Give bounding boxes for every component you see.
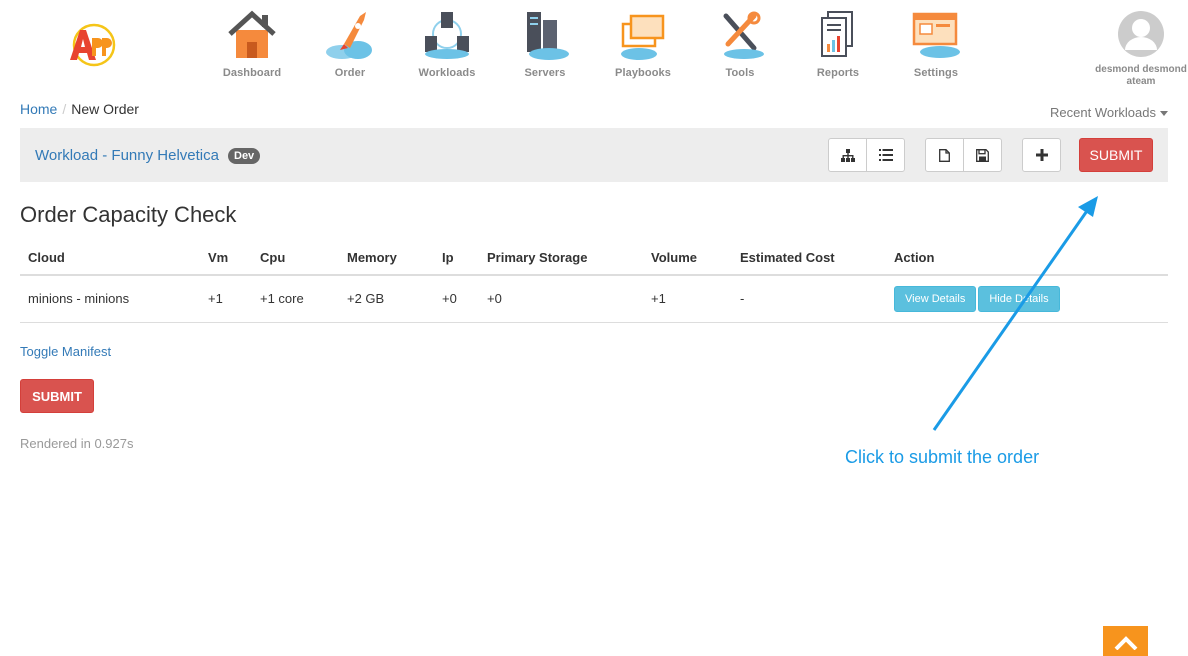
plus-icon	[1035, 149, 1048, 161]
table-header-row: Cloud Vm Cpu Memory Ip Primary Storage V…	[20, 240, 1168, 276]
servers-icon	[527, 12, 569, 60]
nav-order[interactable]: Order	[310, 10, 390, 82]
app-logo[interactable]	[64, 20, 116, 68]
nav-workloads[interactable]: Workloads	[407, 10, 487, 82]
recent-workloads-dropdown[interactable]: Recent Workloads	[1050, 105, 1168, 120]
hide-details-button[interactable]: Hide Details	[978, 285, 1060, 312]
cell-ip: +0	[434, 275, 479, 323]
cell-estimated-cost: -	[732, 275, 886, 323]
nav-order-label: Order	[334, 67, 366, 79]
cell-primary-storage: +0	[479, 275, 643, 323]
cell-volume: +1	[643, 275, 732, 323]
cell-memory: +2 GB	[339, 275, 434, 323]
column-header-action: Action	[886, 240, 1168, 276]
nav-playbooks[interactable]: Playbooks	[603, 10, 683, 82]
nav-workloads-label: Workloads	[418, 67, 476, 79]
tools-icon	[723, 11, 764, 59]
view-details-button[interactable]: View Details	[894, 285, 977, 312]
add-button[interactable]	[1022, 138, 1061, 172]
add-group	[1022, 138, 1061, 172]
save-button[interactable]	[963, 138, 1002, 172]
nav-reports[interactable]: Reports	[798, 10, 878, 82]
toggle-manifest-link[interactable]: Toggle Manifest	[20, 344, 111, 359]
column-header-memory: Memory	[339, 240, 434, 276]
cell-vm: +1	[200, 275, 252, 323]
environment-badge: Dev	[228, 148, 261, 164]
page-title: Order Capacity Check	[20, 202, 237, 227]
top-navigation: Dashboard Order Workloads Servers Playbo…	[0, 0, 1188, 96]
column-header-estimated-cost: Estimated Cost	[732, 240, 886, 276]
recent-workloads-label: Recent Workloads	[1050, 105, 1156, 120]
column-header-cloud: Cloud	[20, 240, 200, 276]
nav-playbooks-label: Playbooks	[615, 67, 671, 79]
playbooks-icon	[621, 14, 665, 60]
nav-settings-label: Settings	[913, 67, 959, 79]
user-name: desmond desmond	[1095, 64, 1187, 75]
caret-down-icon	[1160, 111, 1168, 117]
view-toggle-group	[828, 138, 905, 172]
tree-view-button[interactable]	[828, 138, 867, 172]
reports-icon	[821, 11, 853, 57]
list-view-button[interactable]	[866, 138, 905, 172]
nav-servers-label: Servers	[524, 67, 566, 79]
chevron-up-icon	[1114, 636, 1137, 650]
nav-reports-label: Reports	[816, 67, 860, 79]
breadcrumb: Home / New Order	[20, 101, 139, 117]
breadcrumb-current: New Order	[71, 101, 139, 117]
column-header-volume: Volume	[643, 240, 732, 276]
breadcrumb-home[interactable]: Home	[20, 101, 57, 117]
column-header-vm: Vm	[200, 240, 252, 276]
workload-toolbar: Workload - Funny Helvetica Dev SUBMIT	[20, 128, 1168, 182]
sitemap-icon	[840, 148, 855, 162]
cell-action: View Details Hide Details	[886, 275, 1168, 323]
nav-tools-label: Tools	[725, 67, 755, 79]
table-row: minions - minions +1 +1 core +2 GB +0 +0…	[20, 275, 1168, 323]
column-header-ip: Ip	[434, 240, 479, 276]
scroll-to-top-button[interactable]	[1103, 626, 1148, 656]
save-icon	[976, 148, 989, 162]
render-time: Rendered in 0.927s	[20, 436, 134, 451]
user-team: ateam	[1126, 76, 1156, 87]
list-icon	[878, 149, 893, 161]
settings-icon	[912, 12, 960, 58]
column-header-cpu: Cpu	[252, 240, 339, 276]
file-icon	[939, 148, 950, 162]
file-actions-group	[925, 138, 1002, 172]
breadcrumb-separator: /	[62, 101, 67, 117]
annotation-text: Click to submit the order	[845, 447, 1040, 467]
avatar	[1118, 11, 1164, 57]
workloads-icon	[425, 12, 469, 59]
nav-settings[interactable]: Settings	[896, 10, 976, 82]
submit-order-button-bottom[interactable]: SUBMIT	[20, 379, 94, 413]
nav-tools[interactable]: Tools	[700, 10, 780, 82]
annotation-arrow	[932, 196, 1098, 431]
cell-cpu: +1 core	[252, 275, 339, 323]
column-header-primary-storage: Primary Storage	[479, 240, 643, 276]
new-file-button[interactable]	[925, 138, 964, 172]
house-icon	[228, 10, 276, 58]
nav-servers[interactable]: Servers	[505, 10, 585, 82]
submit-order-button-top[interactable]: SUBMIT	[1079, 138, 1153, 172]
rocket-icon	[326, 12, 372, 59]
cell-cloud: minions - minions	[20, 275, 200, 323]
nav-dashboard[interactable]: Dashboard	[212, 10, 292, 82]
user-menu[interactable]: desmond desmond ateam	[1094, 10, 1188, 88]
nav-dashboard-label: Dashboard	[222, 67, 282, 79]
capacity-table: Cloud Vm Cpu Memory Ip Primary Storage V…	[20, 240, 1168, 323]
workload-title[interactable]: Workload - Funny Helvetica	[35, 147, 219, 164]
